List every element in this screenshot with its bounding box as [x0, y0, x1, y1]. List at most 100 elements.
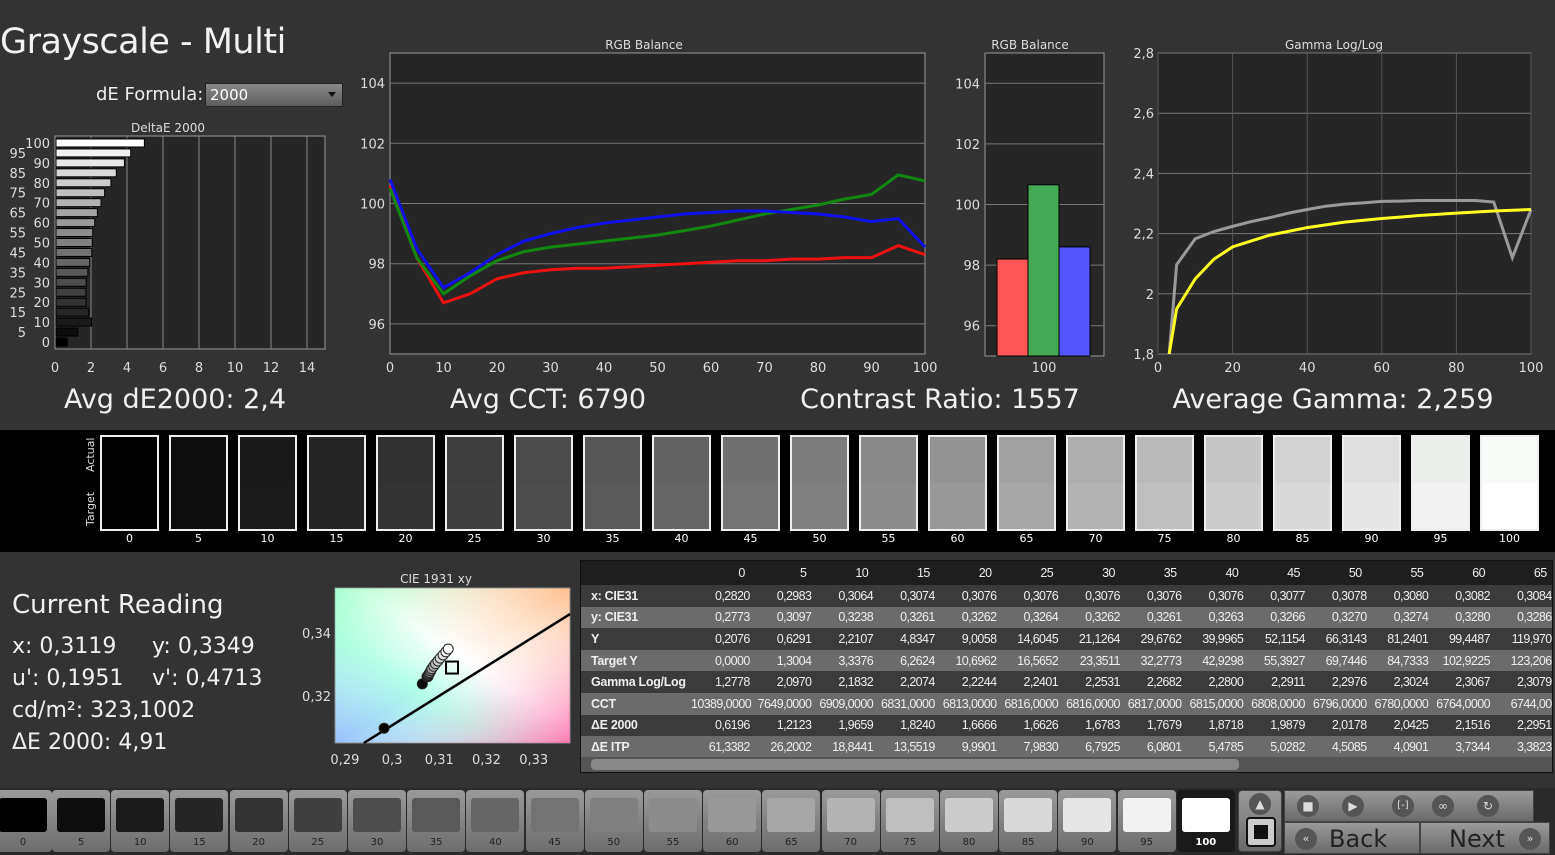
play-icon[interactable]: ▶	[1342, 795, 1364, 817]
column-header[interactable]: 50	[1308, 566, 1370, 580]
patch-button-80[interactable]: 80	[940, 790, 998, 852]
patch-button-35[interactable]: 35	[407, 790, 466, 852]
actual-half	[723, 437, 778, 483]
horizontal-scrollbar[interactable]	[581, 757, 1552, 772]
table-cell: 6,0801	[1146, 739, 1182, 754]
table-row: CCT 10389,0000 7649,0000 6909,0000 6831,0000…	[581, 692, 1552, 715]
table-cell: 32,2773	[1140, 653, 1183, 668]
table-cell: 5,0282	[1270, 739, 1305, 754]
swatch-15	[307, 435, 366, 531]
column-header[interactable]: 65	[1493, 566, 1552, 580]
scrollbar-thumb[interactable]	[591, 759, 1239, 770]
row-label: y: CIE31	[591, 610, 638, 625]
table-cell: 10389,0000	[691, 696, 752, 711]
table-cell: 0,3076	[1023, 588, 1059, 603]
stop-icon[interactable]: ■	[1297, 795, 1319, 817]
actual-half	[792, 437, 847, 483]
measured-point	[442, 643, 454, 655]
patch-button-50[interactable]: 50	[584, 790, 643, 852]
swatch-label: 10	[260, 532, 275, 545]
column-header[interactable]: 20	[938, 566, 1000, 580]
refresh-icon[interactable]: ↻	[1477, 795, 1499, 817]
column-header[interactable]: 55	[1370, 566, 1432, 580]
up-arrow-icon[interactable]: ▲	[1249, 793, 1271, 815]
patch-preview	[649, 798, 697, 832]
rgb-balance-bar-chart-title: RGB Balance	[991, 38, 1069, 52]
swatch-20	[376, 435, 435, 531]
actual-half	[585, 437, 640, 483]
y-tick-label: 100	[360, 198, 385, 213]
patch-button-95[interactable]: 95	[1117, 790, 1176, 852]
x-tick-label: 40	[596, 361, 613, 376]
column-header[interactable]: 45	[1246, 566, 1308, 580]
column-header[interactable]: 25	[999, 566, 1061, 580]
target-half	[240, 483, 295, 529]
swatch-label: 40	[674, 532, 689, 545]
patch-button-85[interactable]: 85	[999, 790, 1058, 852]
actual-half	[1068, 437, 1123, 483]
table-cell: 2,2800	[1208, 675, 1244, 690]
table-cell: 6,7925	[1085, 739, 1120, 754]
table-cell: 4,0901	[1393, 739, 1429, 754]
column-header[interactable]: 0	[691, 566, 753, 580]
patch-button-70[interactable]: 70	[821, 790, 880, 852]
table-cell: 16,5652	[1017, 653, 1059, 668]
fit-icon[interactable]: [-]	[1392, 795, 1414, 817]
x-tick-label: 0	[51, 361, 59, 376]
patch-button-55[interactable]: 55	[644, 790, 702, 852]
avg-gamma-stat: Average Gamma: 2,259	[1172, 384, 1494, 415]
y-tick-label: 35	[9, 266, 26, 281]
table-cell: 1,7679	[1146, 718, 1182, 733]
patch-button-5[interactable]: 5	[52, 790, 110, 852]
swatch-label: 30	[536, 532, 551, 545]
delta-e-bar-75	[55, 188, 106, 198]
patch-button-15[interactable]: 15	[170, 790, 229, 852]
table-cell: 6831,0000	[881, 696, 935, 711]
column-header[interactable]: 40	[1185, 566, 1247, 580]
loop-icon[interactable]: ∞	[1432, 795, 1454, 817]
table-cell: 0,3263	[1208, 610, 1244, 625]
x-tick-label: 6	[159, 361, 167, 376]
target-half	[1275, 483, 1330, 529]
column-header[interactable]: 10	[814, 566, 876, 580]
swatch-label: 85	[1295, 532, 1310, 545]
next-button[interactable]: Next »	[1420, 822, 1550, 854]
column-header[interactable]: 30	[1061, 566, 1123, 580]
patch-button-90[interactable]: 90	[1058, 790, 1117, 852]
patch-button-75[interactable]: 75	[880, 790, 939, 852]
patch-label: 55	[666, 837, 680, 848]
patch-button-100[interactable]: 100	[1176, 790, 1235, 852]
swatch-label: 0	[126, 532, 133, 545]
table-cell: 0,3261	[1146, 610, 1182, 625]
patch-button-40[interactable]: 40	[466, 790, 525, 852]
table-cell: 2,3079	[1516, 675, 1552, 690]
table-cell: 1,9879	[1270, 718, 1305, 733]
table-cell: 4,8347	[900, 631, 935, 646]
column-header[interactable]: 5	[753, 566, 815, 580]
table-cell: 3,7344	[1455, 739, 1490, 754]
patch-button-0[interactable]: 0	[0, 790, 52, 852]
table-cell: 0,3076	[1208, 588, 1244, 603]
column-header[interactable]: 60	[1431, 566, 1493, 580]
patch-button-10[interactable]: 10	[111, 790, 170, 852]
patch-button-45[interactable]: 45	[525, 790, 584, 852]
patch-preview	[175, 798, 224, 832]
patch-button-65[interactable]: 65	[762, 790, 821, 852]
swatch-label: 35	[605, 532, 620, 545]
swatch-label: 65	[1019, 532, 1034, 545]
column-header[interactable]: 15	[876, 566, 938, 580]
x-tick-label: 0,33	[519, 753, 548, 768]
patch-button-30[interactable]: 30	[348, 790, 406, 852]
row-label: Gamma Log/Log	[591, 675, 686, 690]
window-pattern-button[interactable]	[1246, 817, 1276, 847]
patch-button-60[interactable]: 60	[703, 790, 762, 852]
patch-button-25[interactable]: 25	[288, 790, 347, 852]
column-header[interactable]: 35	[1123, 566, 1185, 580]
patch-preview	[293, 798, 342, 832]
swatch-label: 25	[467, 532, 482, 545]
table-cell: 6796,0000	[1312, 696, 1367, 711]
swatch-label: 70	[1088, 532, 1103, 545]
patch-button-20[interactable]: 20	[229, 790, 288, 852]
actual-half	[1137, 437, 1192, 483]
back-button[interactable]: « Back	[1284, 822, 1420, 854]
